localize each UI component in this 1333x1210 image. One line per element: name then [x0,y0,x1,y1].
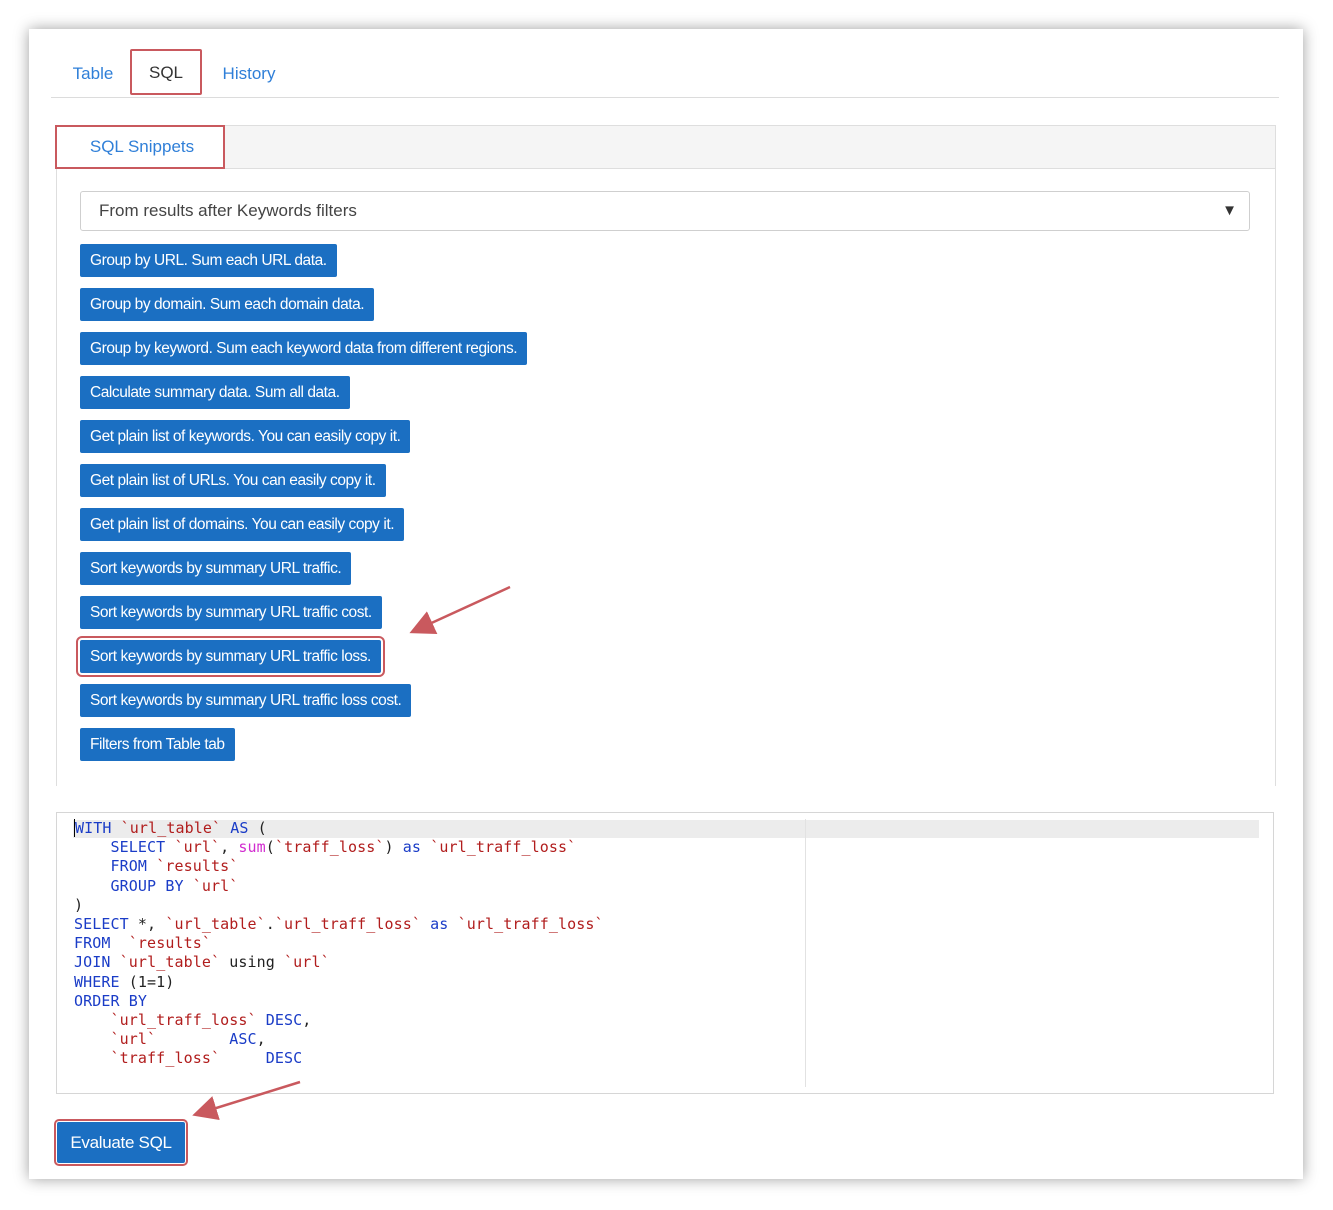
tab-sql[interactable]: SQL [130,49,202,95]
snippet-button[interactable]: Get plain list of keywords. You can easi… [80,420,411,453]
chevron-down-icon: ▼ [1222,202,1237,219]
sql-code[interactable]: WITH `url_table` AS ( SELECT `url`, sum(… [74,819,604,1069]
sql-snippets-title[interactable]: SQL Snippets [55,125,225,169]
snippet-button[interactable]: Calculate summary data. Sum all data. [80,376,350,409]
snippet-button[interactable]: Get plain list of URLs. You can easily c… [80,464,386,497]
source-select-value: From results after Keywords filters [99,201,357,220]
sql-editor-window: Table SQL History SQL Snippets From resu… [29,29,1303,1179]
snippet-button[interactable]: Group by URL. Sum each URL data. [80,244,337,277]
snippet-button[interactable]: Group by keyword. Sum each keyword data … [80,332,528,365]
panel-header: SQL Snippets [55,125,1275,169]
sql-snippets-panel: SQL Snippets From results after Keywords… [55,125,1276,786]
snippet-button[interactable]: Group by domain. Sum each domain data. [80,288,375,321]
snippet-button[interactable]: Get plain list of domains. You can easil… [80,508,405,541]
source-select[interactable]: From results after Keywords filters ▼ [80,191,1250,231]
snippet-button[interactable]: Filters from Table tab [80,728,235,761]
snippet-button-selected[interactable]: Sort keywords by summary URL traffic los… [76,636,385,677]
evaluate-sql-button[interactable]: Evaluate SQL [54,1119,188,1166]
snippet-button[interactable]: Sort keywords by summary URL traffic los… [80,684,412,717]
snippet-button[interactable]: Sort keywords by summary URL traffic. [80,552,352,585]
tab-history[interactable]: History [221,49,277,95]
sql-code-editor[interactable]: WITH `url_table` AS ( SELECT `url`, sum(… [56,812,1274,1094]
tab-table[interactable]: Table [71,49,115,95]
print-margin-line [805,819,806,1087]
snippet-button[interactable]: Sort keywords by summary URL traffic cos… [80,596,382,629]
tab-bar: Table SQL History [51,49,1279,98]
